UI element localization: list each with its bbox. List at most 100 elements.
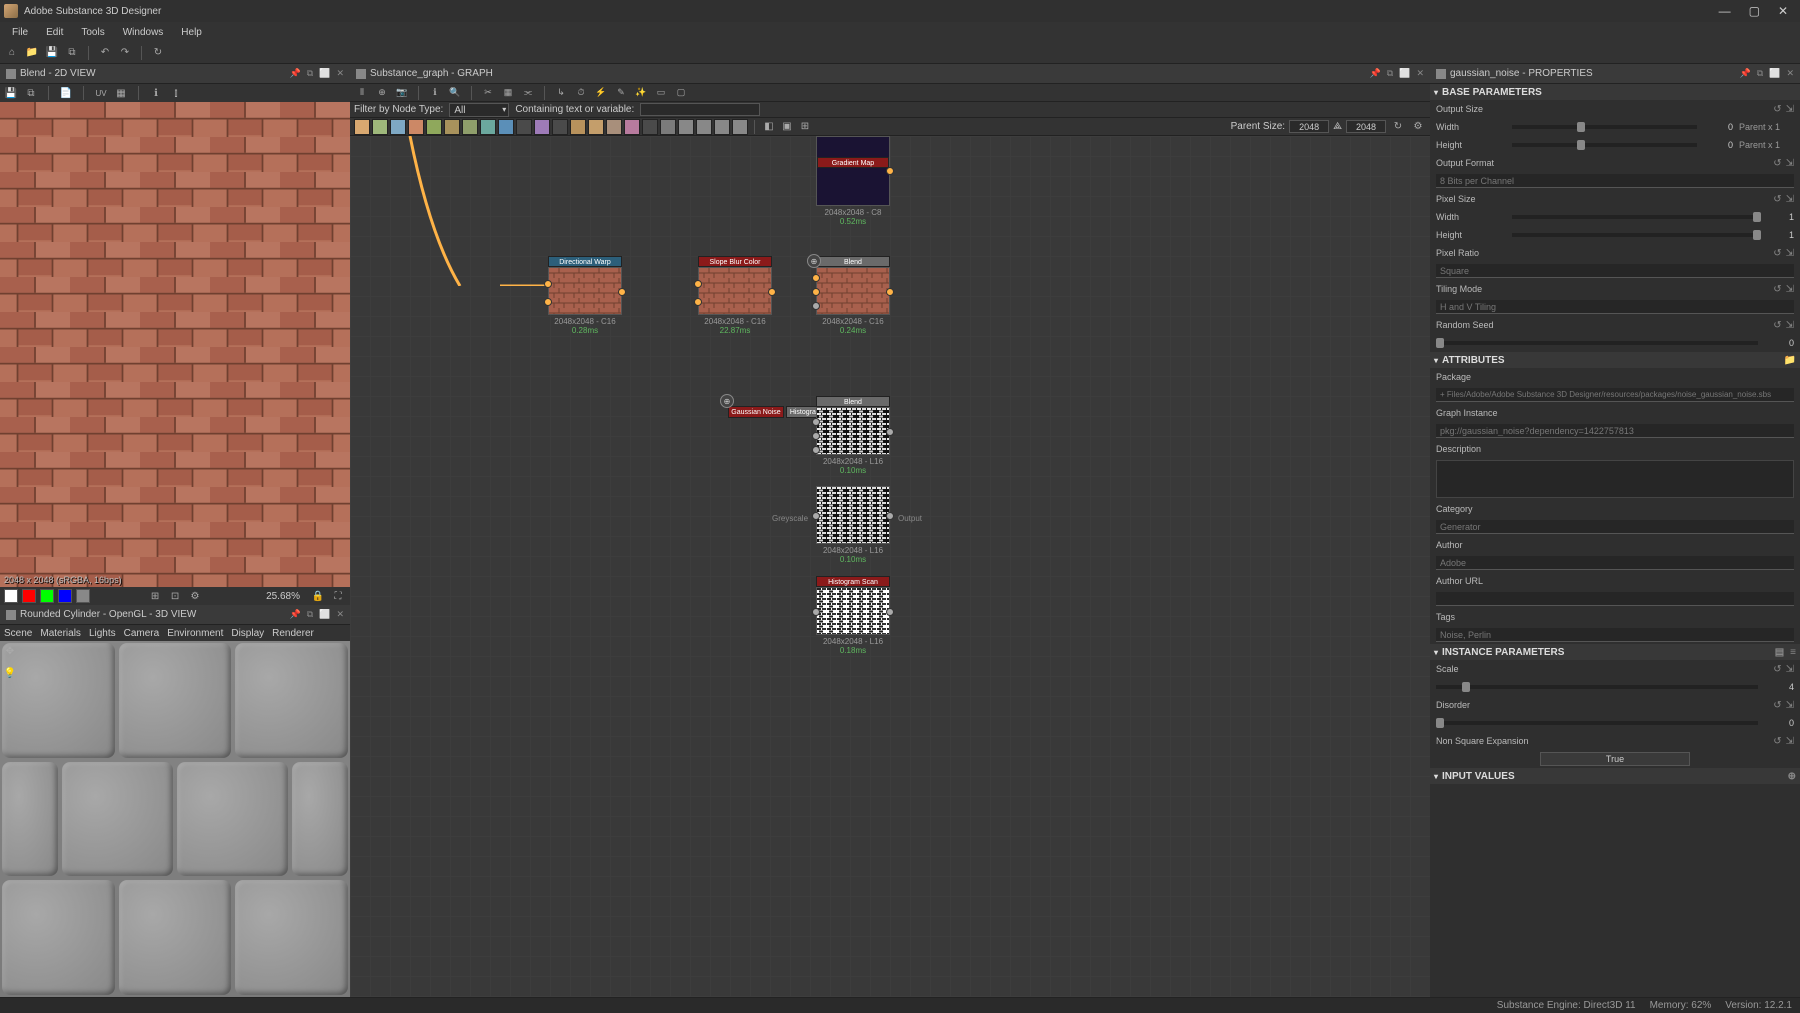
timing-icon[interactable]: ⏱ <box>573 85 589 101</box>
output-port[interactable] <box>886 512 894 520</box>
link-icon[interactable]: ⫘ <box>520 85 536 101</box>
g-swatch[interactable] <box>40 589 54 603</box>
node-slope-blur[interactable]: Slope Blur Color 2048x2048 - C16 22.87ms <box>698 256 772 335</box>
filter-text-input[interactable] <box>640 103 760 116</box>
output-format-field[interactable] <box>1436 174 1794 188</box>
add-icon[interactable]: ⊕ <box>1788 771 1796 782</box>
info-toggle-icon[interactable]: ℹ <box>427 85 443 101</box>
input-port[interactable] <box>812 418 820 426</box>
atomic-node-14[interactable] <box>606 119 622 135</box>
close-panel-icon[interactable]: ✕ <box>336 68 344 79</box>
focus-icon[interactable]: ⊕ <box>374 85 390 101</box>
atomic-node-15[interactable] <box>624 119 640 135</box>
menu-renderer[interactable]: Renderer <box>272 628 314 639</box>
lock-icon[interactable]: 🔒 <box>310 588 326 604</box>
reset-icon[interactable]: ↺ <box>1773 248 1781 259</box>
menu-display[interactable]: Display <box>231 628 264 639</box>
atomic-node-17[interactable] <box>660 119 676 135</box>
section-instance-parameters[interactable]: ▾ INSTANCE PARAMETERS ▤≡ <box>1430 644 1800 660</box>
width-slider[interactable] <box>1512 125 1697 129</box>
new-icon[interactable]: 📄 <box>59 86 73 100</box>
atomic-node-16[interactable] <box>642 119 658 135</box>
atomic-node-10[interactable] <box>534 119 550 135</box>
view2d-canvas[interactable]: 2048 x 2048 (sRGBA, 16bps) <box>0 102 350 587</box>
section-base-parameters[interactable]: ▾ BASE PARAMETERS <box>1430 84 1800 100</box>
folder-icon[interactable]: 📁 <box>1784 355 1796 366</box>
mode-icon[interactable]: ◧ <box>761 119 777 135</box>
atomic-node-2[interactable] <box>390 119 406 135</box>
node-histogram-scan[interactable]: Histogram Scan 2048x2048 - L16 0.18ms <box>816 576 890 655</box>
move-gizmo-icon[interactable]: ✥ <box>2 643 18 659</box>
parent-width-input[interactable] <box>1289 120 1329 133</box>
disorder-slider[interactable] <box>1436 721 1758 725</box>
maximize-panel-icon[interactable]: ⬜ <box>319 68 330 79</box>
atomic-node-20[interactable] <box>714 119 730 135</box>
menu-scene[interactable]: Scene <box>4 628 32 639</box>
pin-icon[interactable]: 📌 <box>1740 68 1751 79</box>
save-icon[interactable]: 💾 <box>44 45 60 61</box>
atomic-node-3[interactable] <box>408 119 424 135</box>
scale-slider[interactable] <box>1436 685 1758 689</box>
undock-icon[interactable]: ⧉ <box>307 68 313 79</box>
close-panel-icon[interactable]: ✕ <box>1416 68 1424 79</box>
input-port-2[interactable] <box>694 298 702 306</box>
reset-icon[interactable]: ↺ <box>1773 104 1781 115</box>
maximize-panel-icon[interactable]: ⬜ <box>319 609 330 620</box>
node-blend-2[interactable]: Blend 2048x2048 - L16 0.10ms <box>816 396 890 475</box>
node-blend-3[interactable]: 2048x2048 - L16 0.10ms <box>816 486 890 564</box>
close-panel-icon[interactable]: ✕ <box>1786 68 1794 79</box>
maximize-button[interactable]: ▢ <box>1749 4 1760 18</box>
reset-icon[interactable]: ↺ <box>1773 664 1781 675</box>
flow-icon[interactable]: ↳ <box>553 85 569 101</box>
copy-view-icon[interactable]: ⧉ <box>24 86 38 100</box>
rgb-swatch[interactable] <box>4 589 18 603</box>
view3d-canvas[interactable]: ✥ 💡 <box>0 641 350 997</box>
redo-icon[interactable]: ↷ <box>117 45 133 61</box>
category-field[interactable] <box>1436 520 1794 534</box>
input-port-2[interactable] <box>544 298 552 306</box>
menu-edit[interactable]: Edit <box>38 25 71 40</box>
menu-help[interactable]: Help <box>173 25 210 40</box>
node-directional-warp[interactable]: Directional Warp 2048x2048 - C16 0.28ms <box>548 256 622 335</box>
info-icon[interactable]: ℹ <box>149 86 163 100</box>
b-swatch[interactable] <box>58 589 72 603</box>
description-field[interactable] <box>1436 460 1794 498</box>
atomic-node-5[interactable] <box>444 119 460 135</box>
save-view-icon[interactable]: 💾 <box>4 86 18 100</box>
undock-icon[interactable]: ⧉ <box>1757 68 1763 79</box>
atomic-node-18[interactable] <box>678 119 694 135</box>
pin-icon[interactable]: 📌 <box>290 609 301 620</box>
fit-icon[interactable]: ⛶ <box>330 588 346 604</box>
parent-height-input[interactable] <box>1346 120 1386 133</box>
graph-instance-field[interactable] <box>1436 424 1794 438</box>
close-panel-icon[interactable]: ✕ <box>336 609 344 620</box>
r-swatch[interactable] <box>22 589 36 603</box>
expose-icon[interactable]: ⇲ <box>1786 284 1794 295</box>
input-port-2[interactable] <box>812 288 820 296</box>
menu-environment[interactable]: Environment <box>167 628 223 639</box>
input-port[interactable] <box>544 280 552 288</box>
menu-icon[interactable]: ≡ <box>1790 647 1796 658</box>
menu-windows[interactable]: Windows <box>115 25 172 40</box>
input-port[interactable] <box>812 608 820 616</box>
input-port[interactable] <box>694 280 702 288</box>
highlight-icon[interactable]: ▦ <box>500 85 516 101</box>
cleanup-icon[interactable]: ✂ <box>480 85 496 101</box>
atomic-node-0[interactable] <box>354 119 370 135</box>
node-blend-1[interactable]: Blend ⊕ 2048x2048 - C16 0.24ms <box>816 256 890 335</box>
pixel-height-slider[interactable] <box>1512 233 1758 237</box>
atomic-node-12[interactable] <box>570 119 586 135</box>
node-badge-icon[interactable]: ⊕ <box>807 254 821 268</box>
output-port[interactable] <box>886 288 894 296</box>
section-attributes[interactable]: ▾ ATTRIBUTES 📁 <box>1430 352 1800 368</box>
link-dims-icon[interactable]: ⟁ <box>1333 121 1342 132</box>
node-gradient-map[interactable]: Gradient Map 2048x2048 - C8 0.52ms <box>816 136 890 226</box>
options-icon[interactable]: ⚙ <box>187 588 203 604</box>
input-port-2[interactable] <box>812 432 820 440</box>
input-port[interactable] <box>812 512 820 520</box>
refresh-icon[interactable]: ↻ <box>150 45 166 61</box>
reset-icon[interactable]: ↺ <box>1773 736 1781 747</box>
author-url-field[interactable] <box>1436 592 1794 606</box>
pin-icon[interactable]: 📌 <box>1370 68 1381 79</box>
expose-icon[interactable]: ⇲ <box>1786 194 1794 205</box>
